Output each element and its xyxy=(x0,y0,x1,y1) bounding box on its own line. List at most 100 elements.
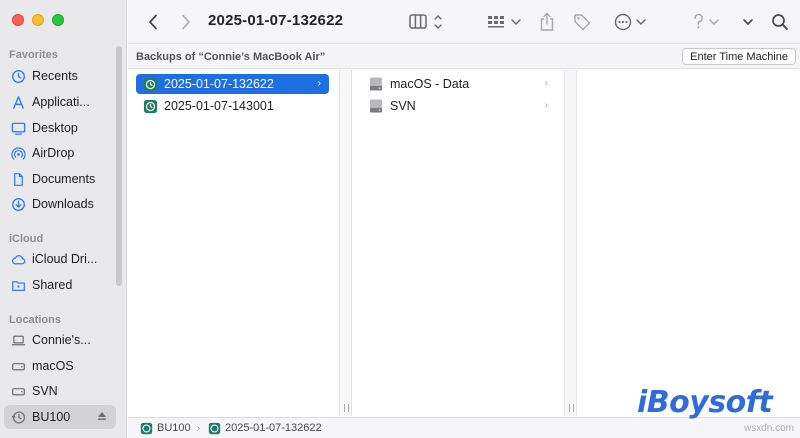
drive-icon xyxy=(10,383,26,399)
action-menu-button[interactable] xyxy=(613,12,649,32)
grip-icon xyxy=(344,404,349,412)
zoom-window-button[interactable] xyxy=(52,14,64,26)
minimize-window-button[interactable] xyxy=(32,14,44,26)
chevron-right-icon: › xyxy=(317,78,321,89)
path-segment-backup[interactable]: 2025-01-07-132622 xyxy=(225,422,322,434)
path-segment-bu100[interactable]: BU100 xyxy=(157,422,191,434)
grip-icon xyxy=(569,404,574,412)
browser-column-volumes: macOS - Data › SVN › xyxy=(352,70,563,416)
sidebar-item-label: Connie's... xyxy=(32,333,91,347)
sidebar-item-airdrop[interactable]: AirDrop xyxy=(4,141,116,165)
iboysoft-watermark: iBoysoft xyxy=(637,385,773,420)
sidebar-item-label: macOS xyxy=(32,359,74,373)
sidebar-item-label: Downloads xyxy=(32,197,94,211)
drive-icon xyxy=(368,98,384,114)
enter-time-machine-button[interactable]: Enter Time Machine xyxy=(682,48,796,65)
column-resize-handle[interactable] xyxy=(339,70,352,416)
backups-label: Backups of “Connie’s MacBook Air” xyxy=(136,51,326,63)
time-machine-icon xyxy=(10,409,26,425)
sidebar-item-macos[interactable]: macOS xyxy=(4,354,116,378)
sidebar-item-icloud-drive[interactable]: iCloud Dri... xyxy=(4,247,116,271)
time-machine-backup-icon xyxy=(142,98,158,114)
backup-row-label: 2025-01-07-143001 xyxy=(164,99,274,113)
toolbar: 2025-01-07-132622 xyxy=(128,0,800,44)
chevron-right-icon xyxy=(182,14,190,30)
browser-column-empty xyxy=(577,70,800,416)
share-button[interactable] xyxy=(537,12,557,32)
desktop-icon xyxy=(10,120,26,136)
backups-header-bar: Backups of “Connie’s MacBook Air” Enter … xyxy=(128,45,800,69)
sidebar-item-svn[interactable]: SVN xyxy=(4,379,116,403)
share-icon xyxy=(540,12,554,31)
grid-group-icon xyxy=(488,16,521,28)
chevron-right-icon: › xyxy=(196,422,200,434)
time-machine-backup-icon xyxy=(208,422,221,435)
sidebar-item-bu100[interactable]: BU100 xyxy=(4,405,116,429)
tag-icon xyxy=(574,14,591,31)
laptop-icon xyxy=(10,332,26,348)
close-window-button[interactable] xyxy=(12,14,24,26)
drive-icon xyxy=(10,358,26,374)
sidebar-item-desktop[interactable]: Desktop xyxy=(4,116,116,140)
view-mode-button[interactable] xyxy=(408,12,448,32)
document-icon xyxy=(10,171,26,187)
browser-column-backups: 2025-01-07-132622 › 2025-01-07-143001 xyxy=(128,70,338,416)
shared-folder-icon xyxy=(10,277,26,293)
backup-row-132622[interactable]: 2025-01-07-132622 › xyxy=(136,74,329,94)
time-machine-backup-icon xyxy=(142,76,158,92)
clock-icon xyxy=(10,68,26,84)
sidebar-item-downloads[interactable]: Downloads xyxy=(4,192,116,216)
columns-view-icon xyxy=(409,14,442,29)
sidebar-item-documents[interactable]: Documents xyxy=(4,167,116,191)
back-button[interactable] xyxy=(146,12,160,32)
search-icon xyxy=(772,14,788,30)
sidebar-item-label: BU100 xyxy=(32,410,71,424)
backup-row-label: 2025-01-07-132622 xyxy=(164,77,274,91)
window-title: 2025-01-07-132622 xyxy=(208,12,344,29)
sidebar-section-locations: Locations xyxy=(9,314,61,326)
help-menu-button[interactable] xyxy=(691,12,723,32)
sidebar-section-icloud: iCloud xyxy=(9,233,44,245)
eject-icon[interactable] xyxy=(96,410,108,422)
forward-button[interactable] xyxy=(179,12,193,32)
time-machine-backup-icon xyxy=(140,422,153,435)
sidebar-item-label: Desktop xyxy=(32,121,78,135)
download-icon xyxy=(10,196,26,212)
sidebar-item-label: AirDrop xyxy=(32,146,75,160)
drive-icon xyxy=(368,76,384,92)
window-controls xyxy=(12,14,64,26)
volume-row-svn[interactable]: SVN › xyxy=(360,96,556,116)
question-mark-icon xyxy=(694,13,719,29)
site-watermark: wsxdn.com xyxy=(743,423,794,434)
sidebar-item-connies-macbook[interactable]: Connie's... xyxy=(4,328,116,352)
sidebar-scrollbar[interactable] xyxy=(116,46,122,286)
path-bar: BU100 › 2025-01-07-132622 xyxy=(128,417,800,438)
sidebar-item-applications[interactable]: Applicati... xyxy=(4,90,116,114)
tag-button[interactable] xyxy=(572,12,592,32)
sidebar-item-label: iCloud Dri... xyxy=(32,252,98,266)
sidebar-item-shared[interactable]: Shared xyxy=(4,273,116,297)
volume-row-macos-data[interactable]: macOS - Data › xyxy=(360,74,556,94)
sidebar-item-recents[interactable]: Recents xyxy=(4,64,116,88)
sidebar-item-label: Shared xyxy=(32,278,73,292)
icloud-icon xyxy=(10,251,26,267)
sidebar-item-label: Applicati... xyxy=(32,95,90,109)
volume-row-label: SVN xyxy=(390,99,416,113)
sidebar-section-favorites: Favorites xyxy=(9,49,58,61)
airdrop-icon xyxy=(10,145,26,161)
sidebar: Favorites Recents Applicati... Desktop A… xyxy=(0,0,127,438)
chevron-right-icon: › xyxy=(544,100,548,111)
column-resize-handle[interactable] xyxy=(564,70,577,416)
more-options-icon xyxy=(614,13,646,31)
applications-icon xyxy=(10,94,26,110)
sidebar-item-label: Documents xyxy=(32,172,96,186)
sidebar-item-label: Recents xyxy=(32,69,78,83)
search-button[interactable] xyxy=(770,12,790,32)
sidebar-item-label: SVN xyxy=(32,384,58,398)
chevron-left-icon xyxy=(149,14,157,30)
backup-row-143001[interactable]: 2025-01-07-143001 xyxy=(136,96,329,116)
volume-row-label: macOS - Data xyxy=(390,77,470,91)
toolbar-overflow-button[interactable] xyxy=(740,12,756,32)
chevron-down-icon xyxy=(743,19,753,26)
group-button[interactable] xyxy=(486,12,524,32)
